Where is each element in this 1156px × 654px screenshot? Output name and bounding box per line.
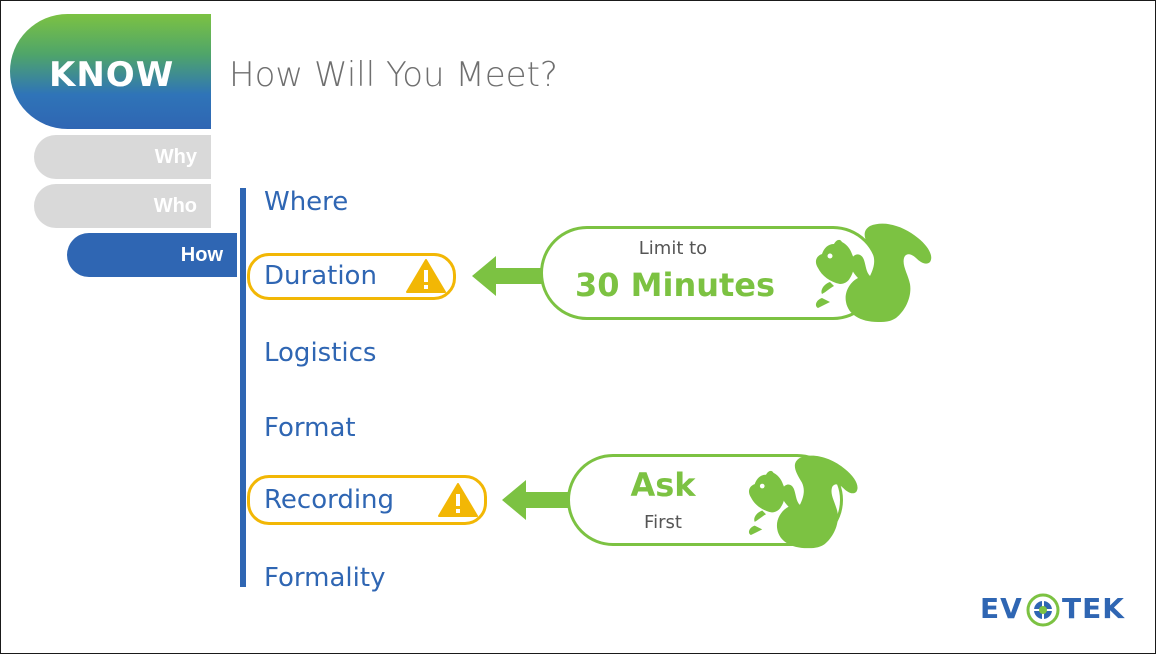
logo-globe-icon	[1026, 593, 1060, 627]
topic-logistics: Logistics	[264, 338, 377, 368]
evotek-logo: EV TEK	[980, 590, 1126, 628]
nav-item-how[interactable]: How	[67, 233, 237, 277]
nav-item-who[interactable]: Who	[34, 184, 211, 228]
topic-where: Where	[264, 187, 349, 217]
warning-triangle-icon	[438, 483, 478, 517]
logo-text-left: EV	[980, 592, 1023, 625]
arrow-left-icon	[472, 256, 546, 296]
warning-triangle-icon	[406, 259, 446, 293]
squirrel-icon	[748, 455, 858, 549]
nav-item-why[interactable]: Why	[34, 135, 211, 179]
page-title: How Will You Meet?	[229, 55, 558, 95]
duration-callout-line1: Limit to	[638, 238, 708, 259]
topic-duration: Duration	[264, 261, 377, 291]
section-label: KNOW	[49, 55, 175, 95]
recording-callout-line2: First	[644, 512, 682, 533]
recording-callout-line1: Ask	[630, 466, 696, 504]
topic-formality: Formality	[264, 563, 386, 593]
duration-callout-line2: 30 Minutes	[574, 266, 776, 304]
squirrel-icon	[815, 223, 932, 322]
topic-format: Format	[264, 413, 356, 443]
logo-text-right: TEK	[1062, 592, 1125, 625]
topic-list-divider	[240, 188, 246, 587]
topic-recording: Recording	[264, 485, 395, 515]
